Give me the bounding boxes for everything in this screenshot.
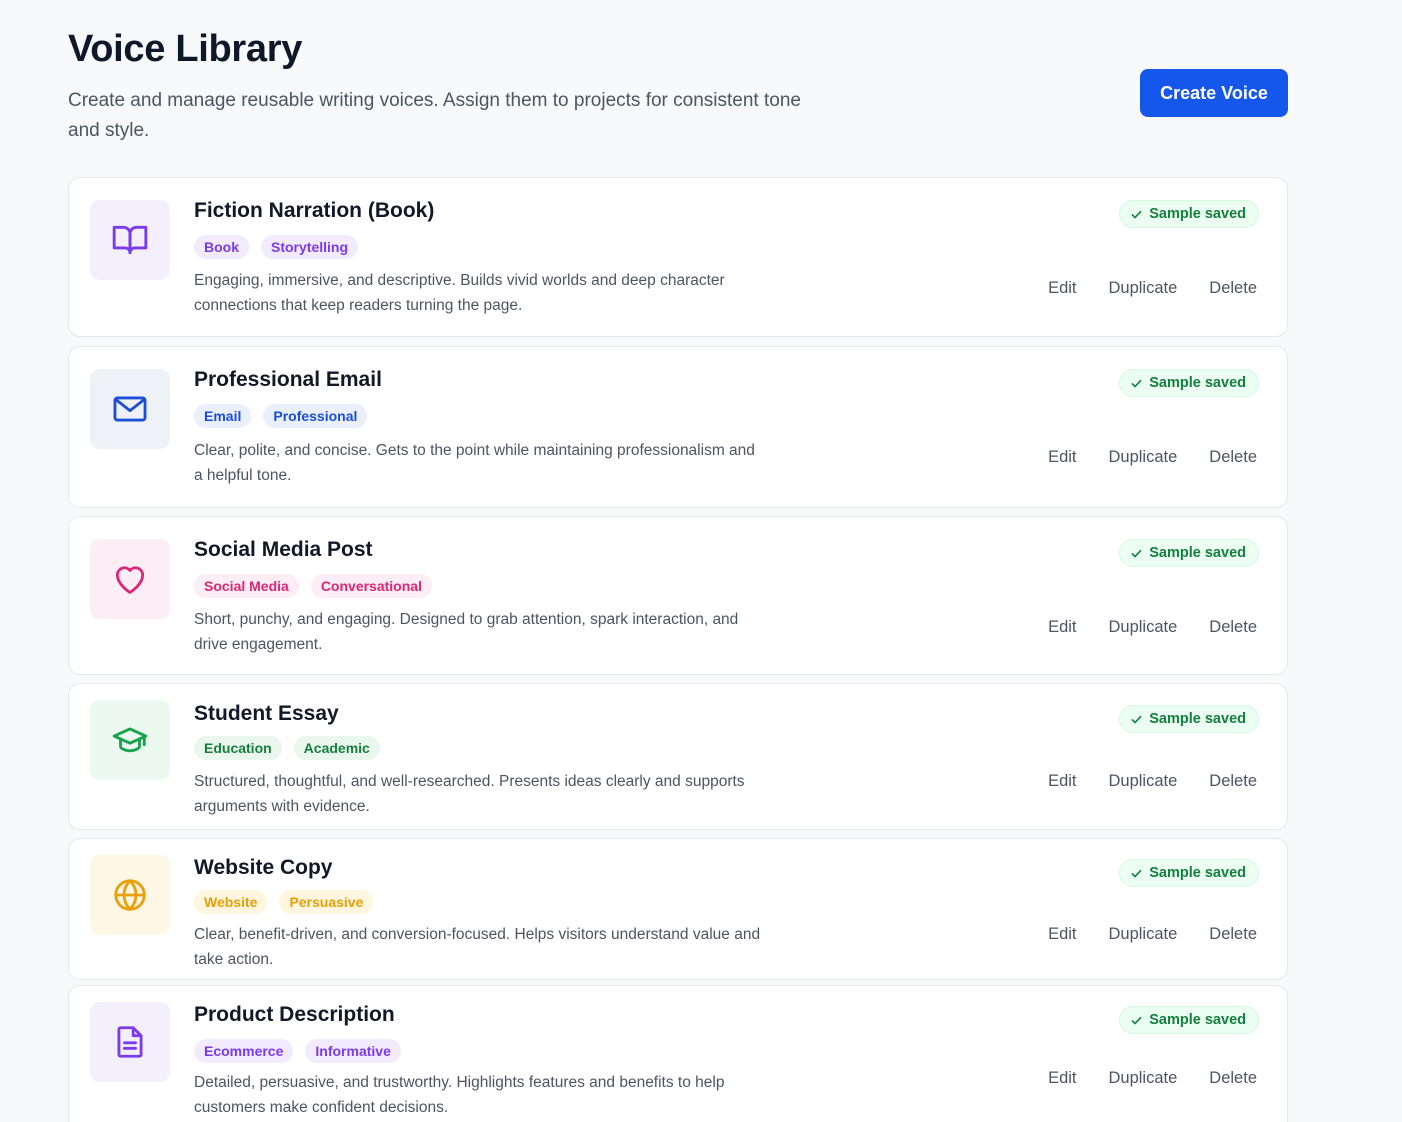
- tag: Education: [194, 736, 282, 760]
- card-actions: Edit Duplicate Delete: [1048, 618, 1257, 637]
- tag-row: Book Storytelling: [194, 235, 359, 259]
- duplicate-button[interactable]: Duplicate: [1109, 448, 1178, 467]
- status-label: Sample saved: [1149, 1012, 1246, 1028]
- check-icon: [1131, 1016, 1142, 1024]
- voice-icon-box: [90, 369, 170, 449]
- check-icon: [1131, 715, 1142, 723]
- delete-button[interactable]: Delete: [1209, 279, 1257, 298]
- voice-description: Clear, benefit-driven, and conversion-fo…: [194, 926, 761, 968]
- voice-icon-box: [90, 855, 170, 935]
- card-actions: Edit Duplicate Delete: [1048, 1069, 1257, 1088]
- delete-button[interactable]: Delete: [1209, 925, 1257, 944]
- page-subtitle: Create and manage reusable writing voice…: [68, 90, 801, 141]
- graduation-cap-icon: [112, 727, 148, 753]
- tag: Storytelling: [261, 235, 359, 259]
- duplicate-button[interactable]: Duplicate: [1109, 1069, 1178, 1088]
- tag-row: Social Media Conversational: [194, 574, 432, 598]
- delete-button[interactable]: Delete: [1209, 772, 1257, 791]
- voice-name: Social Media Post: [194, 538, 373, 561]
- voice-description: Structured, thoughtful, and well-researc…: [194, 773, 745, 815]
- create-voice-button[interactable]: Create Voice: [1140, 69, 1288, 117]
- voice-icon-box: [90, 539, 170, 619]
- voice-library-page: Voice Library Create and manage reusable…: [0, 0, 1402, 1122]
- check-icon: [1131, 869, 1142, 877]
- status-label: Sample saved: [1149, 375, 1246, 391]
- edit-button[interactable]: Edit: [1048, 618, 1076, 637]
- voice-card[interactable]: Professional Email Email Professional Cl…: [68, 346, 1288, 508]
- sample-saved-badge: Sample saved: [1119, 1006, 1259, 1034]
- tag: Academic: [293, 736, 380, 760]
- status-label: Sample saved: [1149, 206, 1246, 222]
- sample-saved-badge: Sample saved: [1119, 539, 1259, 567]
- voice-name: Product Description: [194, 1003, 395, 1026]
- edit-button[interactable]: Edit: [1048, 925, 1076, 944]
- tag-row: Email Professional: [194, 404, 368, 428]
- tag: Informative: [305, 1039, 401, 1063]
- card-actions: Edit Duplicate Delete: [1048, 925, 1257, 944]
- tag-row: Education Academic: [194, 736, 380, 760]
- status-label: Sample saved: [1149, 545, 1246, 561]
- voice-name: Professional Email: [194, 368, 382, 391]
- delete-button[interactable]: Delete: [1209, 618, 1257, 637]
- card-actions: Edit Duplicate Delete: [1048, 279, 1257, 298]
- voice-card[interactable]: Student Essay Education Academic Structu…: [68, 683, 1288, 830]
- duplicate-button[interactable]: Duplicate: [1109, 772, 1178, 791]
- duplicate-button[interactable]: Duplicate: [1109, 925, 1178, 944]
- voice-name: Fiction Narration (Book): [194, 199, 435, 222]
- tag-row: Ecommerce Informative: [194, 1039, 401, 1063]
- book-open-icon: [112, 225, 148, 255]
- voice-card[interactable]: Fiction Narration (Book) Book Storytelli…: [68, 177, 1288, 337]
- edit-button[interactable]: Edit: [1048, 772, 1076, 791]
- tag: Professional: [263, 404, 368, 428]
- edit-button[interactable]: Edit: [1048, 448, 1076, 467]
- sample-saved-badge: Sample saved: [1119, 705, 1259, 733]
- check-icon: [1131, 379, 1142, 387]
- tag: Ecommerce: [194, 1039, 294, 1063]
- status-label: Sample saved: [1149, 711, 1246, 727]
- heart-icon: [115, 566, 145, 594]
- page-title: Voice Library: [68, 28, 303, 70]
- check-icon: [1131, 210, 1142, 218]
- check-icon: [1131, 549, 1142, 557]
- voice-icon-box: [90, 1002, 170, 1082]
- voice-name: Website Copy: [194, 856, 333, 879]
- voice-icon-box: [90, 700, 170, 780]
- tag: Conversational: [310, 574, 432, 598]
- document-icon: [117, 1026, 143, 1058]
- edit-button[interactable]: Edit: [1048, 279, 1076, 298]
- status-label: Sample saved: [1149, 865, 1246, 881]
- voice-description: Short, punchy, and engaging. Designed to…: [194, 611, 739, 653]
- tag: Persuasive: [279, 890, 374, 914]
- tag: Website: [194, 890, 268, 914]
- page-header: Voice Library Create and manage reusable…: [68, 0, 1402, 177]
- sample-saved-badge: Sample saved: [1119, 200, 1259, 228]
- edit-button[interactable]: Edit: [1048, 1069, 1076, 1088]
- tag: Social Media: [194, 574, 299, 598]
- delete-button[interactable]: Delete: [1209, 448, 1257, 467]
- mail-icon: [113, 396, 147, 422]
- delete-button[interactable]: Delete: [1209, 1069, 1257, 1088]
- voice-description: Clear, polite, and concise. Gets to the …: [194, 442, 755, 484]
- voice-card[interactable]: Social Media Post Social Media Conversat…: [68, 516, 1288, 675]
- sample-saved-badge: Sample saved: [1119, 859, 1259, 887]
- card-actions: Edit Duplicate Delete: [1048, 772, 1257, 791]
- voice-description: Detailed, persuasive, and trustworthy. H…: [194, 1074, 725, 1116]
- voice-description: Engaging, immersive, and descriptive. Bu…: [194, 272, 725, 314]
- globe-icon: [114, 879, 146, 911]
- duplicate-button[interactable]: Duplicate: [1109, 618, 1178, 637]
- tag-row: Website Persuasive: [194, 890, 374, 914]
- sample-saved-badge: Sample saved: [1119, 369, 1259, 397]
- voice-name: Student Essay: [194, 702, 339, 725]
- voice-card[interactable]: Website Copy Website Persuasive Clear, b…: [68, 838, 1288, 980]
- card-actions: Edit Duplicate Delete: [1048, 448, 1257, 467]
- voice-card[interactable]: Product Description Ecommerce Informativ…: [68, 985, 1288, 1122]
- tag: Email: [194, 404, 252, 428]
- duplicate-button[interactable]: Duplicate: [1109, 279, 1178, 298]
- tag: Book: [194, 235, 249, 259]
- voice-icon-box: [90, 200, 170, 280]
